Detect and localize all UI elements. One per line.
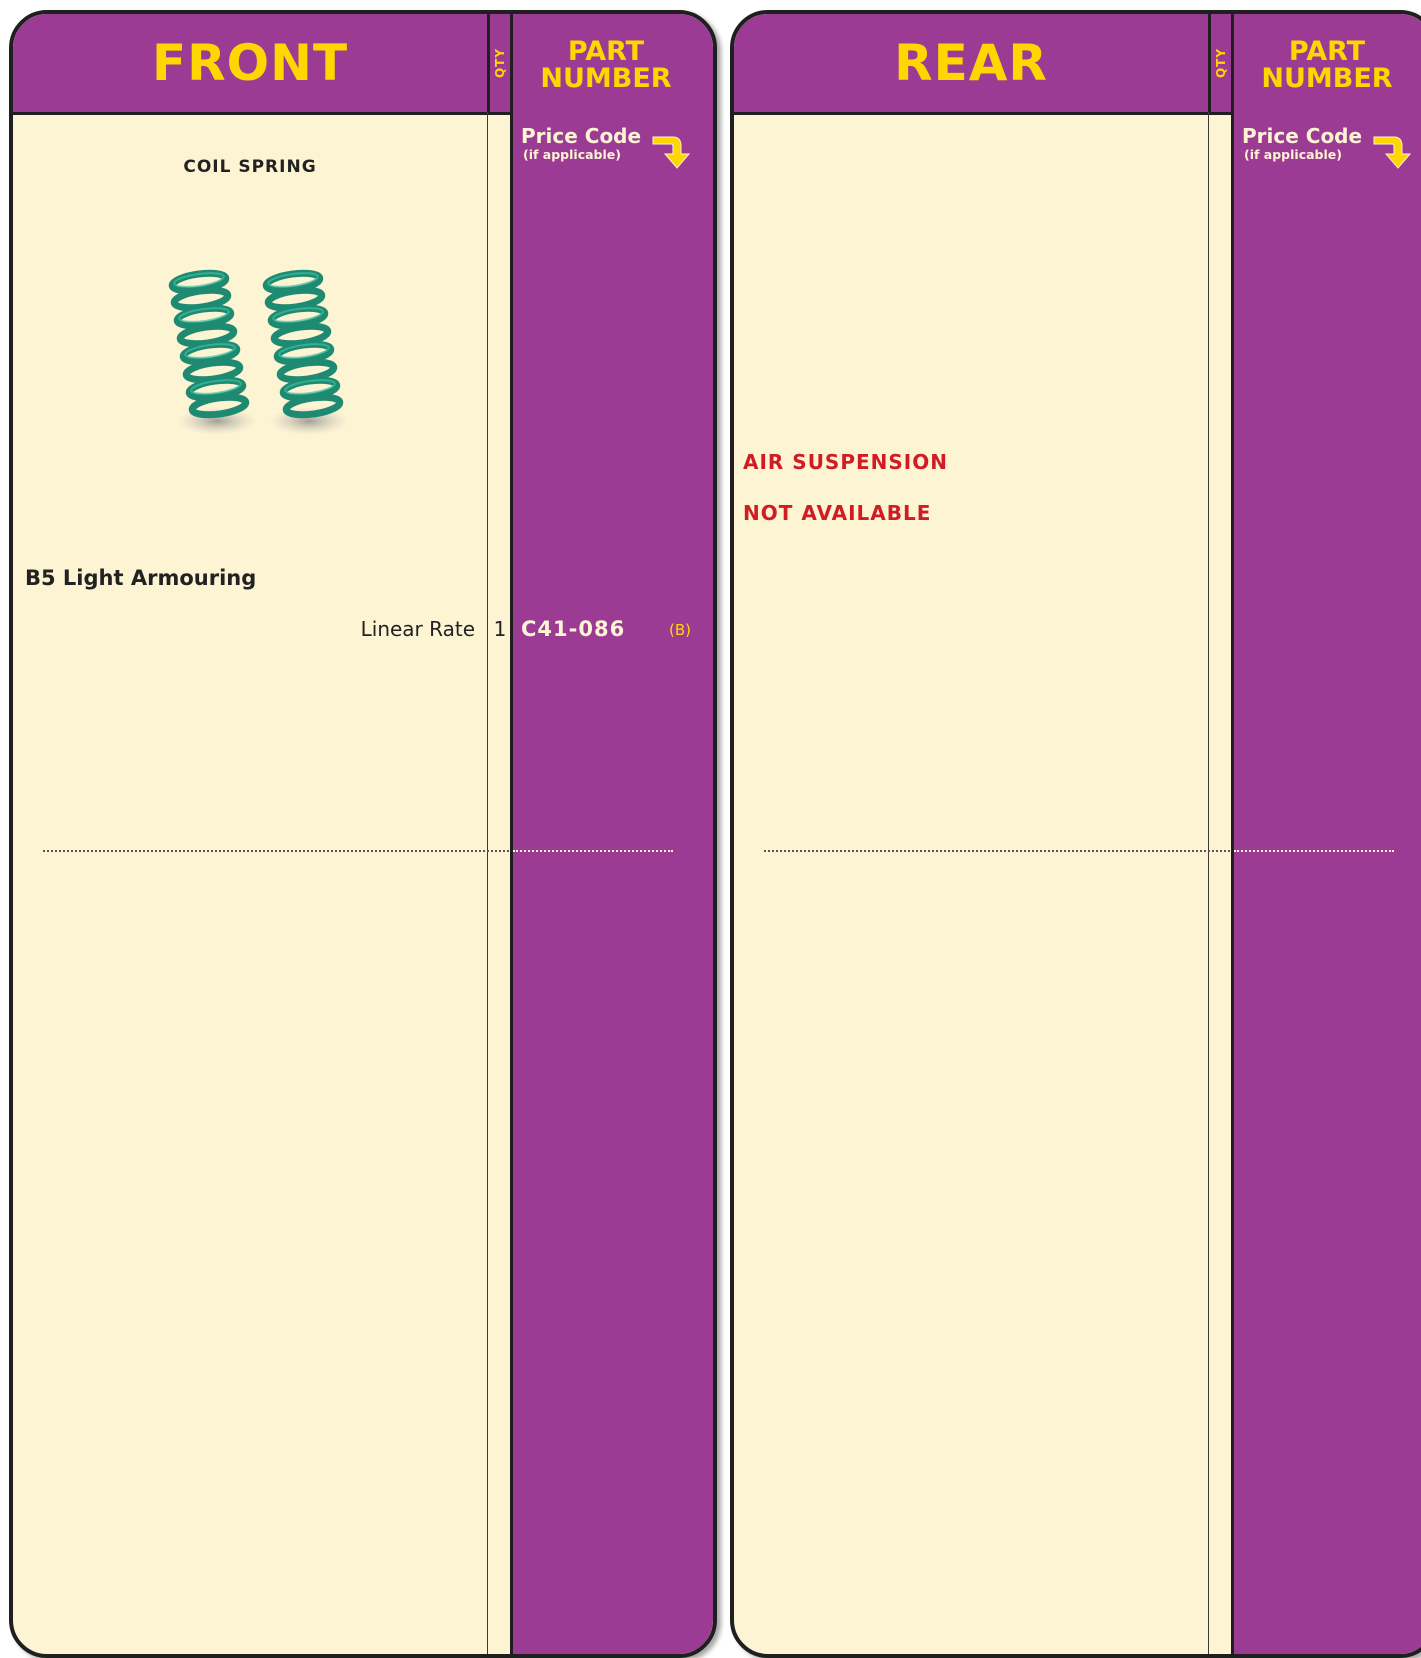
rear-qty-header: QTY: [1214, 47, 1229, 79]
front-panel: FRONT QTY PART NUMBER Price Code (if app…: [9, 10, 717, 1658]
row-description: Linear Rate: [360, 617, 475, 641]
row-qty: 1: [493, 617, 507, 641]
front-price-code-sub: (if applicable): [523, 147, 621, 162]
rear-panel: REAR QTY PART NUMBER Price Code (if appl…: [730, 10, 1421, 1658]
front-divider-dots-part: [513, 850, 673, 852]
rear-price-code-sub: (if applicable): [1244, 147, 1342, 162]
rear-divider-dots: [764, 850, 1230, 852]
group-title: B5 Light Armouring: [25, 566, 257, 590]
front-price-code-label: Price Code: [521, 124, 642, 148]
front-divider-dots: [43, 850, 509, 852]
front-header: FRONT QTY PART NUMBER: [13, 14, 713, 115]
row-price-code: (B): [669, 621, 691, 639]
row-part-number: C41-086: [521, 617, 626, 641]
rear-divider-dots-part: [1234, 850, 1394, 852]
front-qty-header: QTY: [493, 47, 508, 79]
front-title: FRONT: [151, 34, 349, 92]
rear-part-number-header: PART NUMBER: [1261, 36, 1393, 94]
front-part-number-column: [513, 112, 713, 1654]
rear-header: REAR QTY PART NUMBER: [734, 14, 1421, 115]
notice-line-1: AIR SUSPENSION: [743, 450, 948, 474]
notice-line-2: NOT AVAILABLE: [743, 501, 932, 525]
curved-arrow-icon: [652, 136, 691, 169]
coil-springs-image: [168, 269, 349, 435]
rear-price-code-label: Price Code: [1242, 124, 1363, 148]
section-title: COIL SPRING: [183, 157, 317, 177]
front-part-number-header: PART NUMBER: [540, 36, 672, 94]
curved-arrow-icon: [1373, 136, 1412, 169]
rear-title: REAR: [894, 34, 1048, 92]
rear-part-number-column: [1234, 112, 1421, 1654]
